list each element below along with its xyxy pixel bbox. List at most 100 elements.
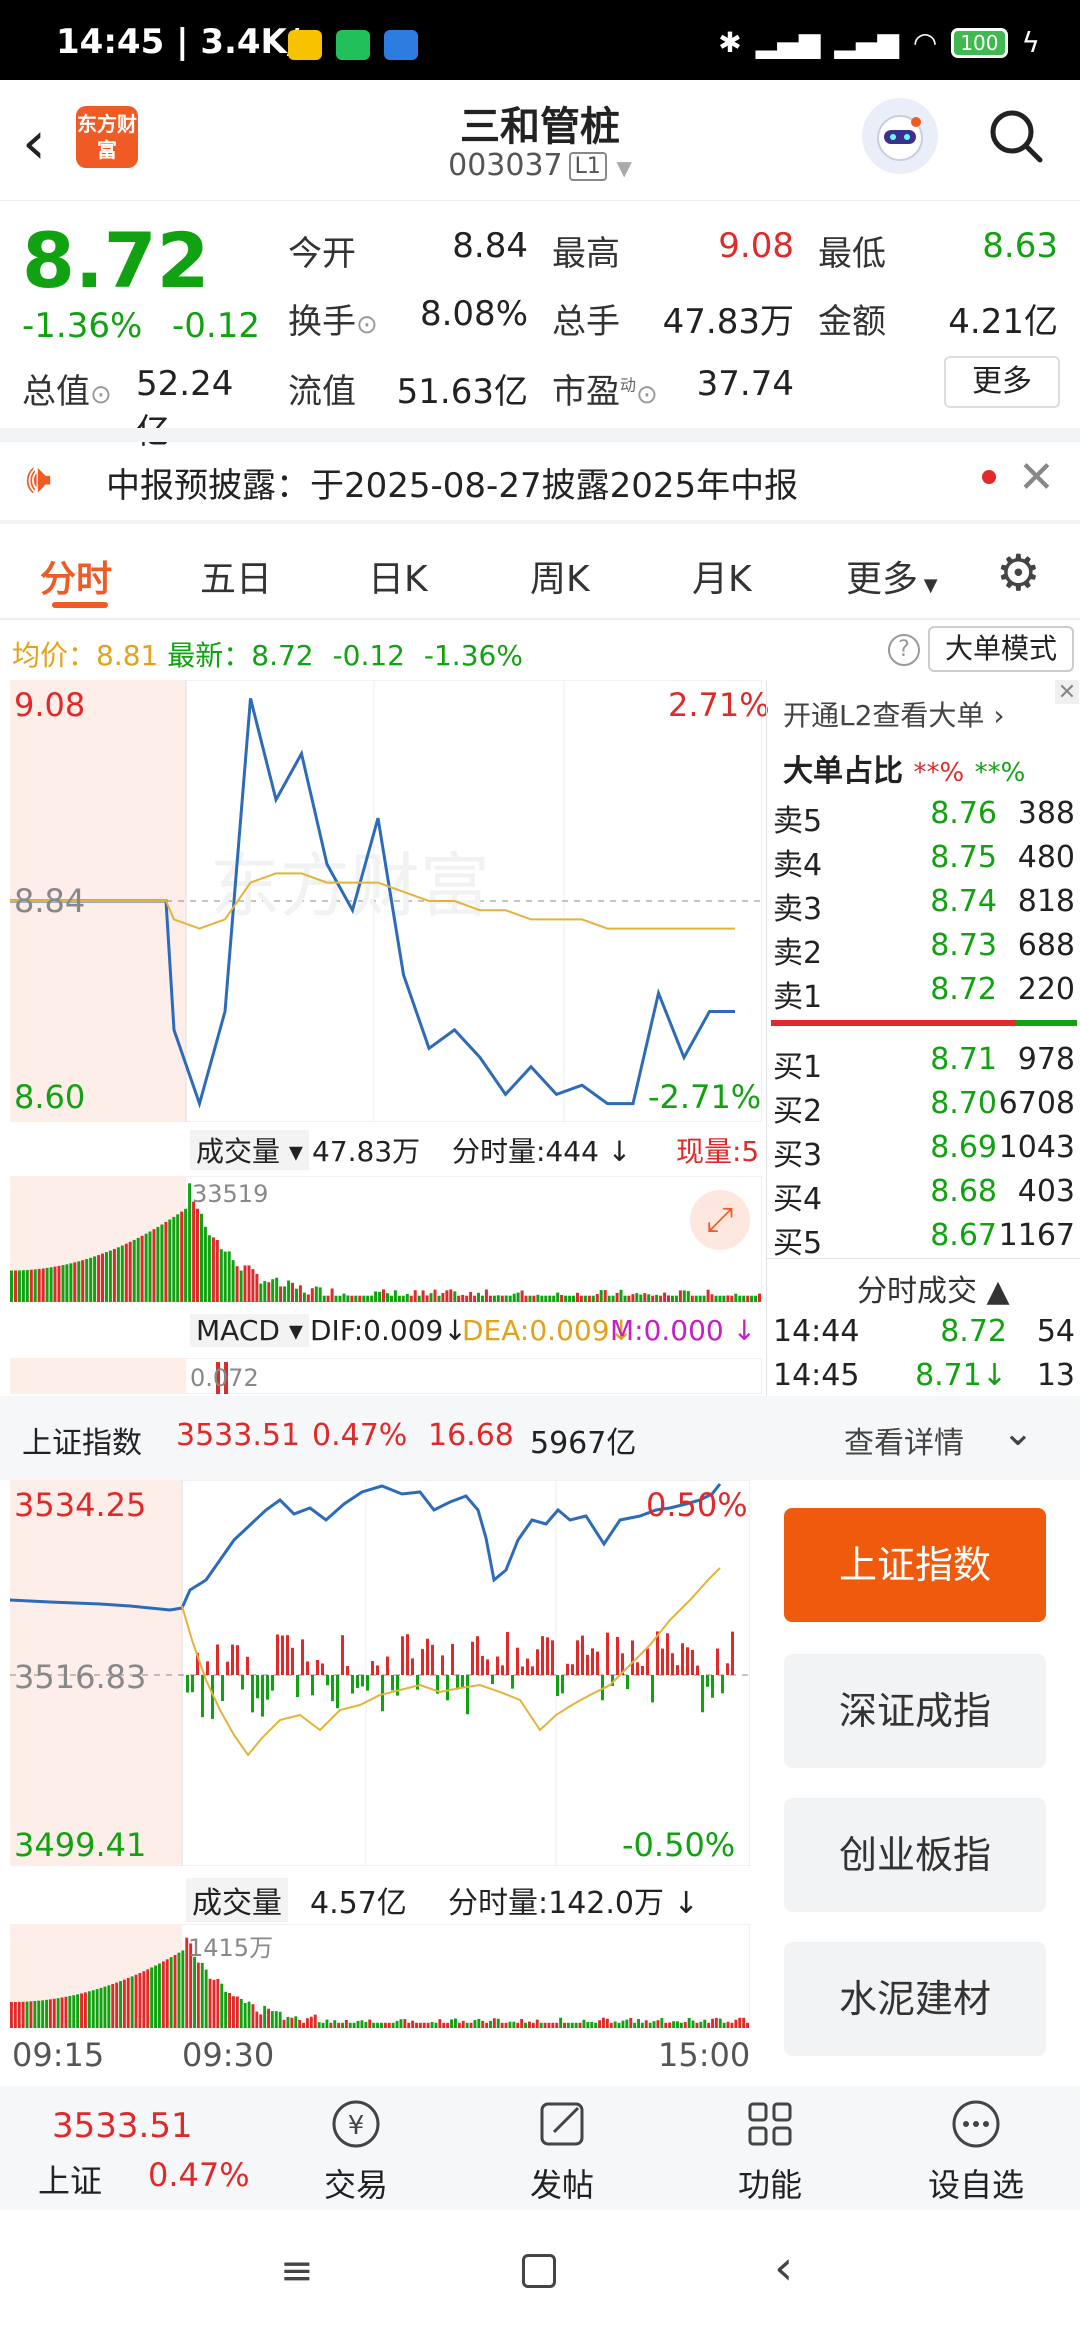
robot-avatar[interactable]	[862, 98, 938, 174]
close-icon[interactable]: ✕	[1018, 452, 1055, 503]
nav-index-pct[interactable]: 0.47%	[148, 2156, 250, 2194]
help-icon[interactable]: ?	[888, 634, 920, 666]
volume-bar	[664, 2022, 668, 2028]
home-icon[interactable]	[522, 2254, 556, 2288]
notice-text[interactable]: 中报预披露：于2025-08-27披露2025年中报	[106, 458, 798, 507]
index-button-cement[interactable]: 水泥建材	[784, 1942, 1046, 2056]
chevron-down-icon[interactable]: ⌄	[1002, 1410, 1034, 1454]
index-button-cyb[interactable]: 创业板指	[784, 1798, 1046, 1912]
volume-bar	[161, 1961, 165, 2028]
volume-bar	[219, 1249, 223, 1302]
view-detail-link[interactable]: 查看详情	[844, 1418, 964, 1462]
volume-bar	[132, 1239, 136, 1302]
volume-bar	[14, 1270, 17, 1302]
volume-bar	[599, 1290, 603, 1302]
nav-functions[interactable]: 功能	[700, 2096, 840, 2206]
index-volume-chart[interactable]	[10, 1924, 750, 2028]
volume-bar	[453, 1291, 457, 1302]
app-icon	[384, 30, 418, 60]
close-icon[interactable]: ✕	[1055, 680, 1079, 705]
volume-bar	[609, 2022, 613, 2028]
nav-watchlist[interactable]: 设自选	[906, 2096, 1046, 2206]
volume-selector[interactable]: 成交量 ▾	[190, 1130, 309, 1170]
back-nav-icon[interactable]: ‹	[774, 2240, 793, 2296]
search-icon[interactable]	[986, 106, 1046, 166]
macd-selector[interactable]: MACD ▾	[190, 1314, 309, 1347]
volume-bar	[152, 1229, 156, 1302]
price-axis-low: 8.60	[14, 1078, 86, 1116]
menu-icon[interactable]: ≡	[280, 2248, 314, 2294]
volume-bar	[395, 2020, 399, 2028]
volume-bar	[457, 2022, 461, 2028]
index-summary-bar[interactable]: 上证指数 3533.51 0.47% 16.68 5967亿 查看详情 ⌄	[0, 1396, 1080, 1480]
volume-bar	[445, 1290, 449, 1302]
volume-bar	[583, 1295, 587, 1302]
volume-bar	[711, 2018, 714, 2028]
volume-bar	[520, 2019, 524, 2028]
l2-link[interactable]: 开通L2查看大单 ›	[783, 694, 1005, 734]
intraday-volume-chart[interactable]	[10, 1176, 762, 1302]
volume-bar	[200, 1962, 204, 2028]
big-order-mode-button[interactable]: 大单模式	[928, 626, 1074, 672]
macd-chart[interactable]	[10, 1358, 762, 1394]
volume-bar	[154, 1965, 157, 2028]
open-label: 今开	[288, 234, 356, 274]
tab-daily-k[interactable]: 日K	[368, 550, 428, 602]
volume-bar	[259, 1283, 263, 1302]
index-name: 上证指数	[22, 1426, 142, 1461]
nav-index-value[interactable]: 3533.51	[52, 2106, 193, 2146]
volume-bar	[421, 1290, 425, 1302]
tab-monthly-k[interactable]: 月K	[692, 550, 752, 602]
volume-bar	[64, 1996, 68, 2028]
tab-intraday[interactable]: 分时	[40, 550, 112, 602]
volume-bar	[671, 1295, 674, 1302]
index-macd-bar	[561, 1675, 564, 1694]
volume-bar	[754, 1295, 758, 1302]
volume-bar	[25, 1270, 29, 1302]
volume-bar	[224, 1991, 228, 2028]
x-label-start: 09:15	[12, 2036, 105, 2074]
volume-bar	[271, 1279, 275, 1302]
ticks-label[interactable]: 分时成交 ▲	[857, 1266, 1010, 1310]
x-label-open: 09:30	[182, 2036, 275, 2074]
volume-bar	[306, 2018, 309, 2028]
volume-bar	[500, 2022, 504, 2028]
volume-bar	[72, 1995, 76, 2028]
tab-weekly-k[interactable]: 周K	[530, 550, 590, 602]
index-button-sh[interactable]: 上证指数	[784, 1508, 1046, 1622]
bid-vol-2: 1043	[998, 1130, 1075, 1165]
volume-bar	[543, 2022, 547, 2028]
ask-vol-0: 388	[1017, 796, 1075, 831]
nav-index-name[interactable]: 上证	[38, 2156, 102, 2202]
volume-bar	[758, 1293, 761, 1302]
index-button-sz[interactable]: 深证成指	[784, 1654, 1046, 1768]
nav-post[interactable]: 发帖	[492, 2096, 632, 2206]
volume-bar	[251, 2004, 255, 2028]
volume-bar	[322, 1295, 326, 1302]
index-macd-bar	[711, 1675, 714, 1698]
volume-bar	[528, 2021, 531, 2028]
volume-bar	[535, 2019, 539, 2028]
volume-bar	[607, 1295, 611, 1302]
volume-bar	[686, 1291, 690, 1302]
tab-more[interactable]: 更多 ▼	[846, 550, 938, 602]
expand-icon[interactable]: ⤢	[690, 1190, 750, 1250]
wifi-icon: ◠	[912, 26, 938, 59]
volume-bar	[516, 2022, 520, 2028]
gear-icon[interactable]: ⚙	[996, 544, 1041, 602]
ask-label-2: 卖3	[773, 892, 823, 927]
tab-five-day[interactable]: 五日	[200, 550, 272, 602]
more-button[interactable]: 更多	[944, 356, 1060, 408]
volume-bar	[619, 1289, 623, 1302]
volume-bar	[334, 1295, 338, 1302]
index-macd-bar	[356, 1675, 359, 1689]
index-macd-bar	[306, 1661, 309, 1675]
intraday-price-chart[interactable]: 东方财富	[10, 680, 762, 1122]
volume-bar	[496, 2018, 500, 2028]
nav-trade[interactable]: ¥ 交易	[286, 2096, 426, 2206]
volume-bar	[500, 1295, 504, 1302]
ask-vol-2: 818	[1017, 884, 1075, 919]
volume-bar	[659, 1295, 663, 1302]
tick-vol-0: 54	[1036, 1314, 1075, 1349]
volume-bar	[126, 1978, 130, 2028]
